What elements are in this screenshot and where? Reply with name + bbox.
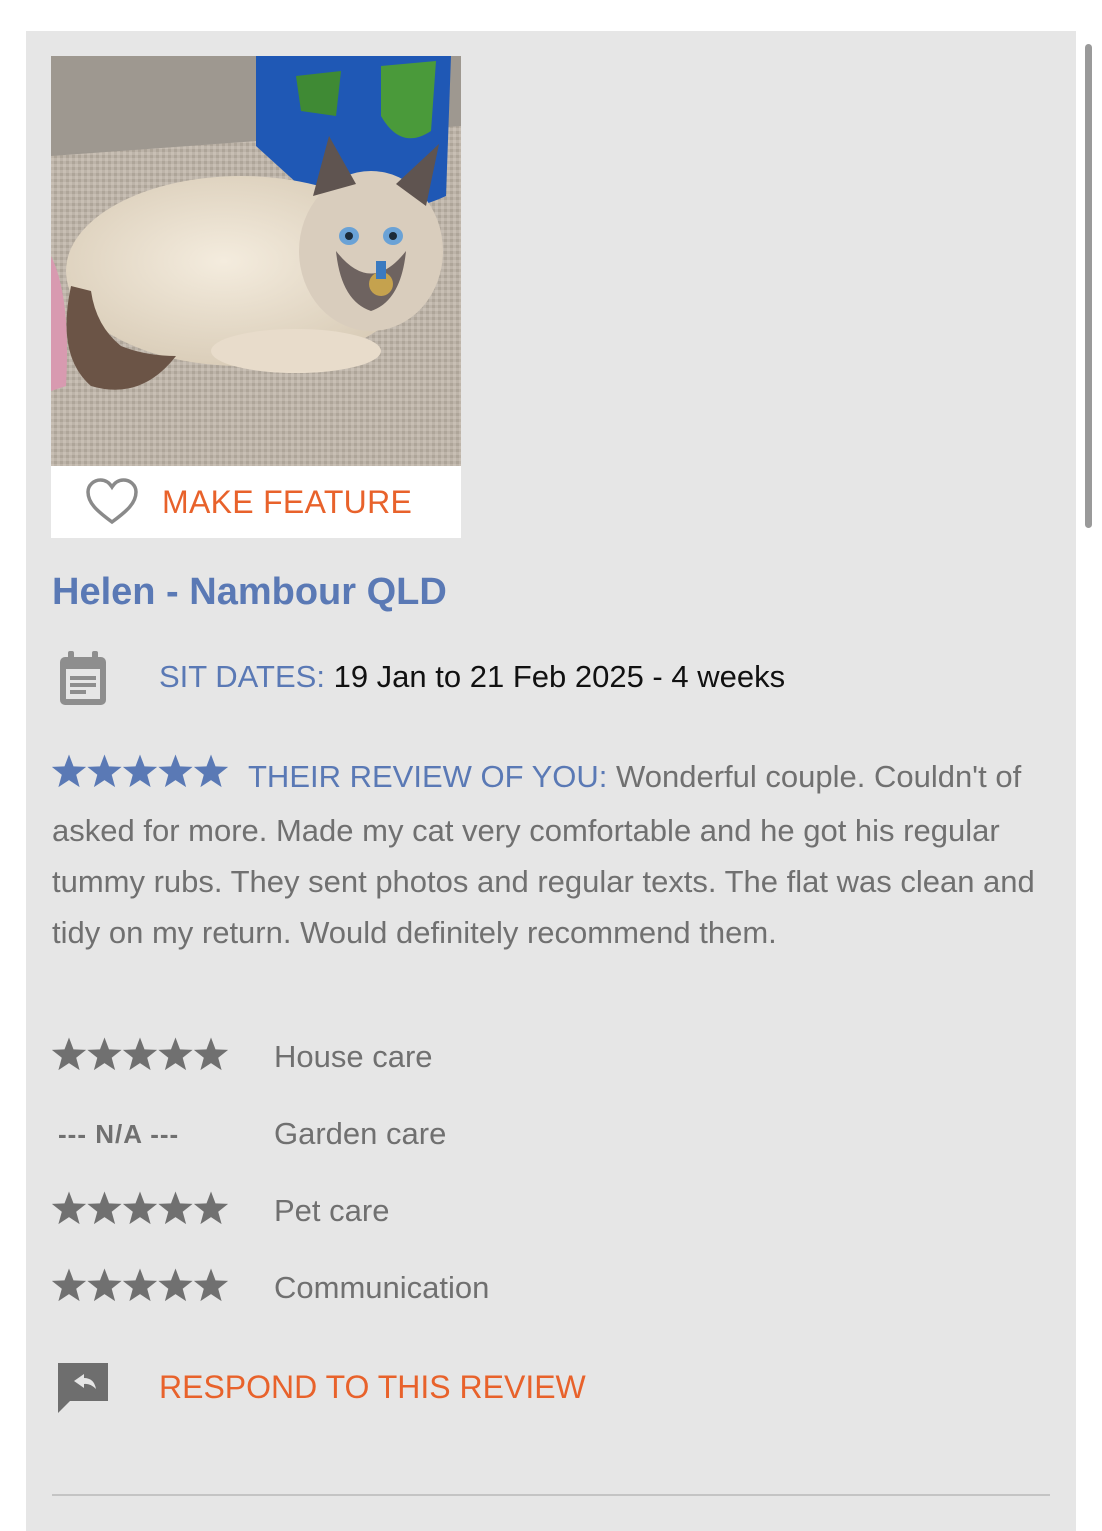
star-icon bbox=[122, 1037, 158, 1071]
rating-category-label: House care bbox=[274, 1039, 433, 1074]
make-feature-button[interactable]: MAKE FEATURE bbox=[51, 466, 461, 538]
respond-to-review-button[interactable]: RESPOND TO THIS REVIEW bbox=[52, 1359, 752, 1415]
star-icon bbox=[193, 754, 229, 788]
star-rating-icon bbox=[51, 1191, 229, 1225]
star-icon bbox=[87, 1037, 122, 1071]
rating-category-label: Pet care bbox=[274, 1193, 390, 1228]
sit-dates-row: SIT DATES: 19 Jan to 21 Feb 2025 - 4 wee… bbox=[52, 649, 1052, 709]
rating-row-communication: Communication bbox=[51, 1266, 752, 1310]
rating-row-garden-care: --- N/A --- Garden care bbox=[52, 1112, 752, 1156]
star-icon bbox=[51, 754, 87, 788]
pet-photo bbox=[51, 56, 461, 466]
star-icon bbox=[87, 1191, 122, 1225]
star-rating-icon bbox=[51, 1268, 229, 1302]
star-icon bbox=[158, 1037, 193, 1071]
not-applicable-label: --- N/A --- bbox=[58, 1119, 180, 1149]
star-icon bbox=[122, 1191, 158, 1225]
make-feature-label: MAKE FEATURE bbox=[162, 484, 413, 520]
star-icon bbox=[193, 1268, 229, 1302]
heart-outline-icon bbox=[86, 478, 138, 525]
star-icon bbox=[193, 1191, 229, 1225]
host-title[interactable]: Helen - Nambour QLD bbox=[52, 571, 447, 614]
star-rating-icon bbox=[51, 1037, 229, 1071]
calendar-icon bbox=[60, 651, 106, 705]
review-card: MAKE FEATURE Helen - Nambour QLD SIT DAT… bbox=[26, 31, 1076, 1531]
star-icon bbox=[158, 754, 193, 788]
rating-category-label: Garden care bbox=[274, 1116, 447, 1151]
review-block: THEIR REVIEW OF YOU: Wonderful couple. C… bbox=[51, 751, 1052, 958]
star-icon bbox=[51, 1037, 87, 1071]
star-icon bbox=[158, 1191, 193, 1225]
star-icon bbox=[51, 1268, 87, 1302]
house-care-stars bbox=[51, 1037, 232, 1078]
review-label: THEIR REVIEW OF YOU: bbox=[248, 759, 608, 794]
star-icon bbox=[193, 1037, 229, 1071]
sit-dates-label: SIT DATES: bbox=[159, 659, 325, 694]
star-icon bbox=[87, 1268, 122, 1302]
scrollbar-thumb[interactable] bbox=[1085, 44, 1092, 528]
star-icon bbox=[158, 1268, 193, 1302]
sit-dates-value: 19 Jan to 21 Feb 2025 - 4 weeks bbox=[333, 659, 786, 694]
star-icon bbox=[51, 1191, 87, 1225]
rating-row-pet-care: Pet care bbox=[51, 1189, 752, 1233]
overall-star-rating bbox=[51, 754, 232, 805]
star-icon bbox=[122, 754, 158, 788]
communication-stars bbox=[51, 1268, 232, 1309]
star-icon bbox=[87, 754, 122, 788]
rating-row-house-care: House care bbox=[51, 1035, 752, 1079]
reply-bubble-icon bbox=[58, 1363, 108, 1413]
star-icon bbox=[122, 1268, 158, 1302]
pet-care-stars bbox=[51, 1191, 232, 1232]
pet-photo-card: MAKE FEATURE bbox=[51, 56, 461, 538]
star-rating-icon bbox=[51, 754, 229, 788]
divider bbox=[52, 1494, 1050, 1496]
respond-label: RESPOND TO THIS REVIEW bbox=[159, 1369, 586, 1405]
rating-category-label: Communication bbox=[274, 1270, 490, 1305]
